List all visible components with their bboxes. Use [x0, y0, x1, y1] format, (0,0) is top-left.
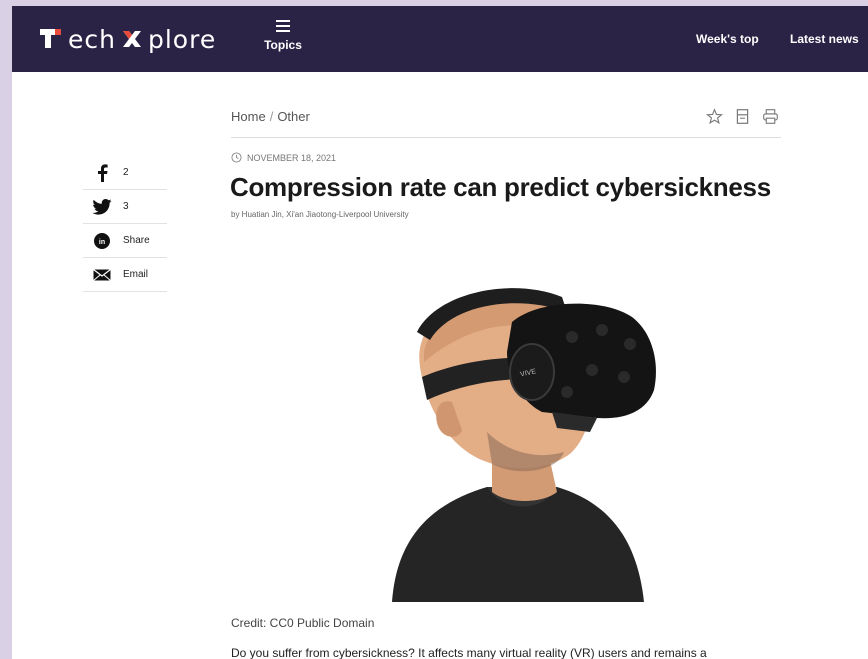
save-icon[interactable]	[734, 108, 751, 125]
share-sidebar: 2 3 in Share Email	[83, 156, 167, 292]
article-tools	[706, 108, 779, 125]
nav-latest-news[interactable]: Latest news	[790, 32, 859, 46]
topics-menu-button[interactable]: Topics	[263, 20, 303, 54]
topics-label: Topics	[264, 38, 302, 52]
breadcrumb-other[interactable]: Other	[277, 109, 310, 124]
article-image-vr-headset: VIVE	[392, 288, 656, 602]
breadcrumb-home[interactable]: Home	[231, 109, 266, 124]
share-linkedin[interactable]: in Share	[83, 224, 167, 258]
article-date-text: NOVEMBER 18, 2021	[247, 152, 337, 163]
breadcrumb-separator: /	[269, 109, 274, 124]
article-title: Compression rate can predict cybersickne…	[230, 172, 771, 202]
hamburger-icon	[276, 20, 290, 32]
breadcrumb: Home / Other	[231, 109, 310, 124]
article-lede: Do you suffer from cybersickness? It aff…	[231, 646, 707, 659]
nav-weeks-top[interactable]: Week's top	[696, 32, 759, 46]
share-twitter[interactable]: 3	[83, 190, 167, 224]
email-share-label: Email	[123, 269, 149, 280]
email-icon	[91, 264, 113, 286]
logo-text-2: plore	[147, 24, 217, 54]
breadcrumb-divider	[231, 137, 781, 138]
article-byline: by Huatian Jin, Xi'an Jiaotong-Liverpool…	[231, 210, 409, 219]
page: ech plore Topics Week's top Latest news …	[12, 6, 868, 659]
print-icon[interactable]	[762, 108, 779, 125]
share-facebook[interactable]: 2	[83, 156, 167, 190]
linkedin-icon: in	[91, 230, 113, 252]
svg-text:in: in	[99, 239, 105, 246]
logo-t-icon	[40, 27, 64, 51]
clock-icon	[231, 152, 242, 163]
top-navigation-bar: ech plore Topics Week's top Latest news	[12, 6, 868, 72]
article-date: NOVEMBER 18, 2021	[231, 152, 336, 163]
twitter-count: 3	[123, 201, 129, 212]
logo-text: ech	[68, 24, 116, 54]
share-email[interactable]: Email	[83, 258, 167, 292]
twitter-icon	[91, 196, 113, 218]
facebook-count: 2	[123, 167, 129, 178]
facebook-icon	[91, 162, 113, 184]
image-credit: Credit: CC0 Public Domain	[231, 616, 375, 630]
logo-x-icon	[122, 31, 141, 47]
star-icon[interactable]	[706, 108, 723, 125]
site-logo[interactable]: ech plore	[40, 24, 216, 54]
linkedin-share-label: Share	[123, 235, 150, 246]
